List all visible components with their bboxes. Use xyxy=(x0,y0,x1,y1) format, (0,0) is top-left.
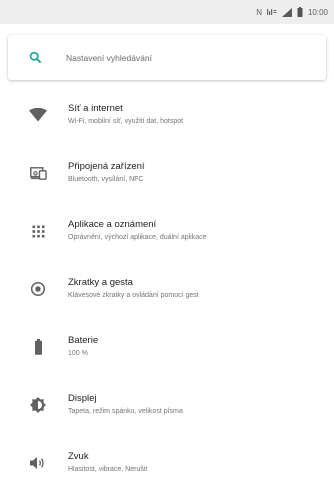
settings-item-subtitle: Tapeta, režim spánku, velikost písma xyxy=(68,408,183,415)
volume-icon xyxy=(29,454,47,472)
battery-icon xyxy=(29,338,47,356)
search-icon xyxy=(26,49,44,67)
data-4g-icon xyxy=(266,8,277,17)
settings-item-battery[interactable]: Baterie 100 % xyxy=(0,318,334,376)
settings-item-title: Zvuk xyxy=(68,451,89,462)
settings-item-display[interactable]: Displej Tapeta, režim spánku, velikost p… xyxy=(0,376,334,434)
settings-item-subtitle: Oprávnění, výchozí aplikace, duální apli… xyxy=(68,234,207,241)
settings-item-title: Aplikace a oznámení xyxy=(68,219,157,230)
settings-item-network[interactable]: Síť a internet Wi-Fi, mobilní síť, využi… xyxy=(0,86,334,144)
settings-item-title: Síť a internet xyxy=(68,103,123,114)
settings-item-gestures[interactable]: Zkratky a gesta Klávesové zkratky a ovlá… xyxy=(0,260,334,318)
gestures-icon xyxy=(29,280,47,298)
settings-item-subtitle: Klávesové zkratky a ovládání pomocí gest xyxy=(68,292,199,299)
search-placeholder[interactable]: Nastavení vyhledávání xyxy=(66,53,152,63)
status-bar: N 10:00 xyxy=(0,0,334,24)
settings-item-subtitle: Bluetooth, vysílání, NFC xyxy=(68,176,144,183)
settings-item-subtitle: Wi-Fi, mobilní síť, využití dat, hotspot xyxy=(68,118,184,125)
settings-item-subtitle: 100 % xyxy=(68,350,88,357)
search-bar[interactable]: Nastavení vyhledávání xyxy=(8,35,326,80)
nfc-icon: N xyxy=(256,7,262,17)
settings-item-subtitle: Hlasitost, vibrace, Nerušit xyxy=(68,466,148,473)
settings-list: Síť a internet Wi-Fi, mobilní síť, využi… xyxy=(0,86,334,492)
status-time: 10:00 xyxy=(307,7,328,17)
apps-icon xyxy=(29,222,47,240)
settings-item-title: Připojená zařízení xyxy=(68,161,145,172)
settings-item-title: Displej xyxy=(68,393,97,404)
settings-item-apps[interactable]: Aplikace a oznámení Oprávnění, výchozí a… xyxy=(0,202,334,260)
settings-item-title: Baterie xyxy=(68,335,99,346)
settings-item-title: Zkratky a gesta xyxy=(68,277,133,288)
brightness-icon xyxy=(29,396,47,414)
battery-icon xyxy=(297,7,303,17)
signal-icon xyxy=(281,7,292,17)
settings-item-connected-devices[interactable]: Připojená zařízení Bluetooth, vysílání, … xyxy=(0,144,334,202)
settings-item-sound[interactable]: Zvuk Hlasitost, vibrace, Nerušit xyxy=(0,434,334,492)
wifi-icon xyxy=(29,106,47,124)
connected-devices-icon xyxy=(29,164,47,182)
